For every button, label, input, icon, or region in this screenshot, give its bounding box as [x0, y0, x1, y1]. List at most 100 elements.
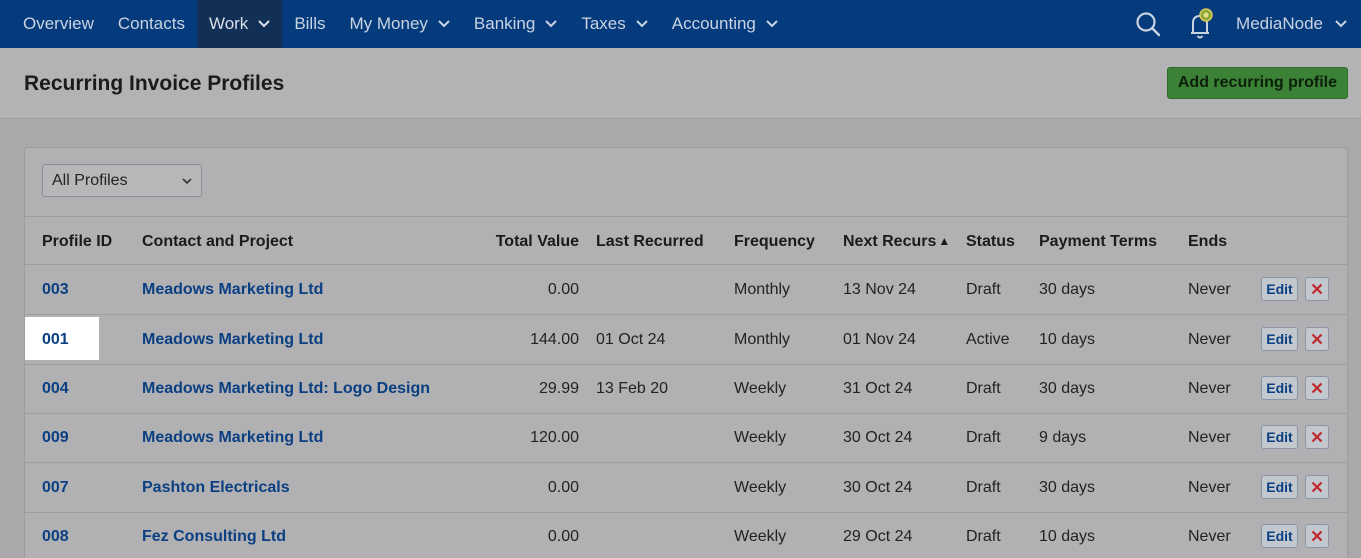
edit-button[interactable]: Edit [1261, 425, 1298, 449]
frequency: Monthly [734, 281, 791, 298]
search-button[interactable] [1128, 0, 1168, 48]
profiles-panel: All Profiles Profile ID Contact and Proj… [24, 147, 1348, 558]
profile-id-link[interactable]: 009 [42, 429, 69, 447]
contact-link[interactable]: Meadows Marketing Ltd [142, 331, 323, 349]
column-frequency: Frequency [734, 233, 815, 250]
nav-overview-label: Overview [23, 14, 94, 33]
edit-button[interactable]: Edit [1261, 376, 1298, 400]
payment-terms: 30 days [1039, 479, 1096, 496]
close-icon [1311, 481, 1323, 493]
status: Draft [966, 528, 1001, 545]
nav-taxes[interactable]: Taxes [569, 0, 659, 48]
contact-link[interactable]: Meadows Marketing Ltd: Logo Design [142, 380, 430, 398]
status: Draft [966, 380, 1001, 397]
ends: Never [1188, 528, 1231, 545]
status: Draft [966, 479, 1001, 496]
table-header: Profile ID Contact and Project Total Val… [25, 216, 1347, 265]
profile-filter-select[interactable]: All Profiles [42, 164, 202, 197]
column-contact-project: Contact and Project [142, 233, 294, 250]
table-row: 004 Meadows Marketing Ltd: Logo Design 2… [25, 364, 1347, 414]
edit-button[interactable]: Edit [1261, 475, 1298, 499]
total-value: 0.00 [547, 479, 579, 496]
ends: Never [1188, 479, 1231, 496]
edit-button[interactable]: Edit [1261, 524, 1298, 548]
nav-contacts-label: Contacts [117, 14, 185, 33]
contact-link[interactable]: Meadows Marketing Ltd [142, 281, 323, 299]
search-icon [1136, 12, 1161, 37]
page-header: Recurring Invoice Profiles Add recurring… [0, 48, 1361, 119]
nav-work-label: Work [208, 14, 249, 33]
frequency: Weekly [734, 528, 787, 545]
next-recurs: 29 Oct 24 [843, 528, 913, 545]
nav-right: MediaNode [1128, 0, 1361, 48]
column-status: Status [966, 233, 1015, 250]
top-nav: Overview Contacts Work Bills My Money Ba… [0, 0, 1361, 48]
column-last-recurred: Last Recurred [596, 233, 704, 250]
close-icon [1311, 333, 1323, 345]
payment-terms: 30 days [1039, 281, 1096, 298]
delete-button[interactable] [1305, 277, 1329, 301]
delete-button[interactable] [1305, 376, 1329, 400]
nav-work[interactable]: Work [196, 0, 283, 48]
filter-selected-value: All Profiles [52, 171, 128, 189]
next-recurs: 30 Oct 24 [843, 479, 913, 496]
next-recurs: 01 Nov 24 [843, 331, 916, 348]
frequency: Weekly [734, 429, 787, 446]
chevron-down-icon [766, 20, 778, 28]
edit-button[interactable]: Edit [1261, 327, 1298, 351]
page-title: Recurring Invoice Profiles [24, 72, 285, 95]
bell-icon [1191, 8, 1213, 39]
payment-terms: 30 days [1039, 380, 1096, 397]
total-value: 0.00 [547, 528, 579, 545]
ends: Never [1188, 281, 1231, 298]
nav-taxes-label: Taxes [581, 14, 626, 33]
chevron-down-icon [438, 20, 450, 28]
nav-bills[interactable]: Bills [282, 0, 337, 48]
column-ends: Ends [1188, 233, 1228, 250]
column-profile-id: Profile ID [42, 233, 113, 250]
delete-button[interactable] [1305, 475, 1329, 499]
contact-link[interactable]: Fez Consulting Ltd [142, 528, 286, 546]
user-name: MediaNode [1236, 14, 1323, 33]
user-menu[interactable]: MediaNode [1220, 0, 1361, 48]
ends: Never [1188, 380, 1231, 397]
nav-my-money[interactable]: My Money [337, 0, 461, 48]
profile-id-link[interactable]: 003 [42, 281, 69, 299]
contact-link[interactable]: Pashton Electricals [142, 479, 290, 497]
delete-button[interactable] [1305, 327, 1329, 351]
add-recurring-profile-button[interactable]: Add recurring profile [1166, 67, 1348, 99]
chevron-down-icon [182, 178, 192, 185]
nav-overview[interactable]: Overview [0, 0, 106, 48]
delete-button[interactable] [1305, 524, 1329, 548]
column-payment-terms: Payment Terms [1039, 233, 1157, 250]
delete-button[interactable] [1305, 425, 1329, 449]
ends: Never [1188, 331, 1231, 348]
payment-terms: 10 days [1039, 528, 1096, 545]
edit-button[interactable]: Edit [1261, 277, 1298, 301]
nav-banking-label: Banking [473, 14, 536, 33]
nav-accounting[interactable]: Accounting [660, 0, 790, 48]
payment-terms: 10 days [1039, 331, 1096, 348]
table-row: 001 Meadows Marketing Ltd 144.00 01 Oct … [25, 315, 1347, 365]
nav-banking[interactable]: Banking [462, 0, 569, 48]
next-recurs: 30 Oct 24 [843, 429, 913, 446]
profile-id-link[interactable]: 008 [42, 528, 69, 546]
nav-my-money-label: My Money [349, 14, 428, 33]
notifications-button[interactable] [1180, 0, 1220, 48]
total-value: 144.00 [530, 331, 579, 348]
chevron-down-icon [545, 20, 558, 28]
profile-id-link[interactable]: 001 [42, 331, 69, 349]
frequency: Monthly [734, 331, 791, 348]
table-row: 007 Pashton Electricals 0.00 Weekly 30 O… [25, 463, 1347, 513]
chevron-down-icon [636, 20, 648, 28]
contact-link[interactable]: Meadows Marketing Ltd [142, 429, 323, 447]
profile-id-link[interactable]: 007 [42, 479, 69, 497]
table-row: 009 Meadows Marketing Ltd 120.00 Weekly … [25, 413, 1347, 463]
column-next-recurs[interactable]: Next Recurs ▲ [843, 233, 950, 251]
total-value: 29.99 [538, 380, 579, 397]
frequency: Weekly [734, 380, 787, 397]
frequency: Weekly [734, 479, 787, 496]
nav-contacts[interactable]: Contacts [106, 0, 197, 48]
close-icon [1311, 382, 1323, 394]
profile-id-link[interactable]: 004 [42, 380, 69, 398]
